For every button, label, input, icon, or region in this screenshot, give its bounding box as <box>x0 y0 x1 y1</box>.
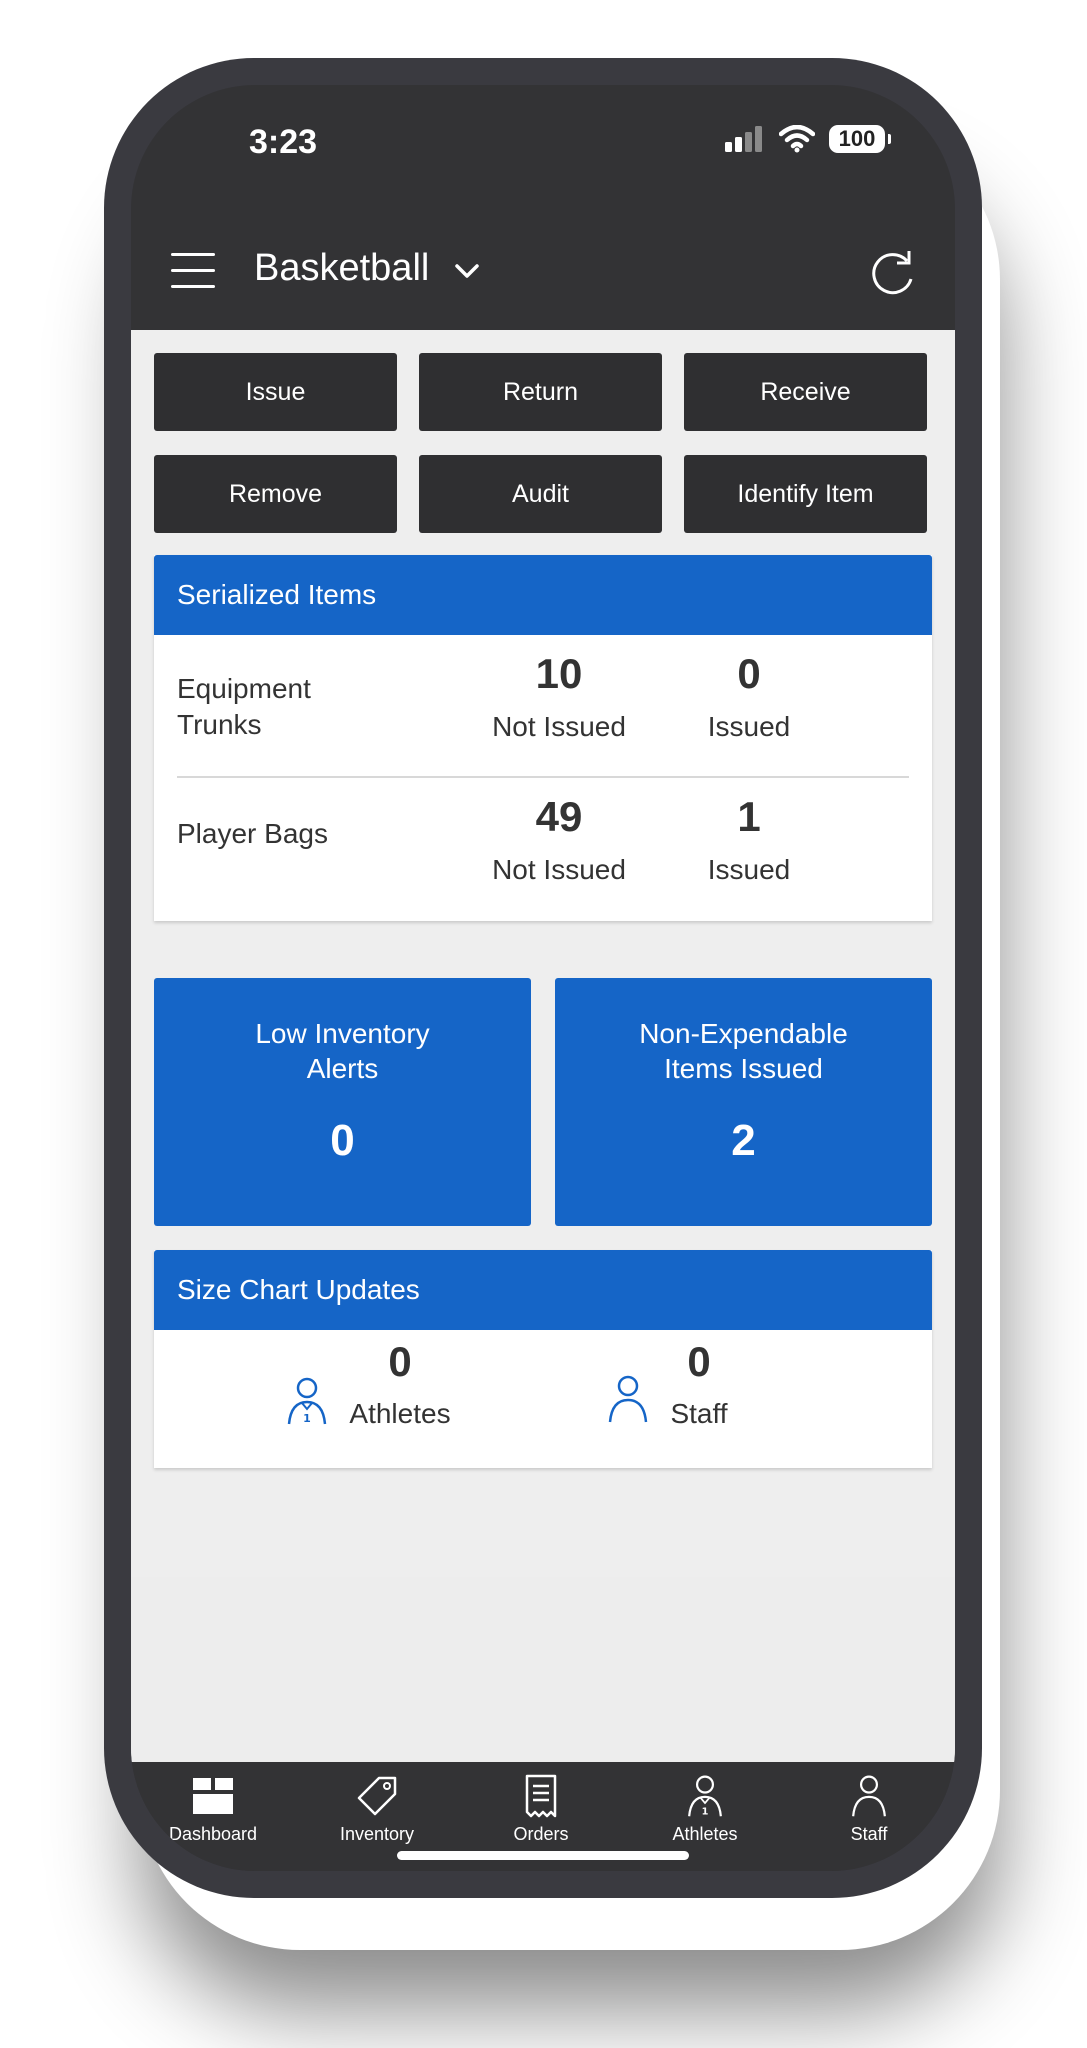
audit-button[interactable]: Audit <box>419 455 662 533</box>
dashboard-icon <box>193 1778 233 1814</box>
serialized-items-header: Serialized Items <box>154 555 932 635</box>
issued-stat[interactable]: 0 Issued <box>649 649 849 745</box>
home-indicator[interactable] <box>397 1851 689 1860</box>
not-issued-count: 10 <box>535 650 583 697</box>
label-line: Equipment <box>177 673 311 704</box>
svg-text:1: 1 <box>303 1412 311 1425</box>
serialized-row-label: Equipment Trunks <box>177 671 311 743</box>
tab-label: Staff <box>850 1824 888 1844</box>
tab-staff[interactable]: Staff <box>787 1774 951 1845</box>
size-chart-staff[interactable]: 0 Staff <box>543 1330 932 1468</box>
serialized-row-label: Player Bags <box>177 818 328 849</box>
menu-icon[interactable] <box>171 253 215 289</box>
not-issued-stat[interactable]: 49 Not Issued <box>459 792 659 888</box>
receive-button[interactable]: Receive <box>684 353 927 431</box>
athletes-label: Athletes <box>349 1398 451 1429</box>
person-icon <box>852 1775 886 1817</box>
tile-title-line: Alerts <box>306 1053 379 1084</box>
empty-content-area <box>131 1577 955 1762</box>
status-icons: 100 <box>725 125 891 153</box>
chevron-down-icon[interactable] <box>453 261 481 281</box>
battery-indicator: 100 <box>829 125 891 153</box>
svg-text:1: 1 <box>702 1806 709 1817</box>
refresh-icon[interactable] <box>867 249 919 301</box>
tile-value: 0 <box>330 1116 355 1165</box>
dashboard-content: Issue Return Receive Remove Audit Identi… <box>131 330 955 1762</box>
cellular-signal-icon <box>725 126 762 152</box>
tab-label: Dashboard <box>168 1824 258 1844</box>
non-expendable-items-tile[interactable]: Non-Expendable Items Issued 2 <box>555 978 932 1226</box>
issued-label: Issued <box>707 854 791 885</box>
athlete-icon: 1 <box>688 1775 722 1817</box>
tile-title-line: Non-Expendable <box>639 1018 848 1049</box>
identify-item-button[interactable]: Identify Item <box>684 455 927 533</box>
tile-title-line: Items Issued <box>664 1053 823 1084</box>
serialized-row-equipment-trunks[interactable]: Equipment Trunks 10 Not Issued 0 Issued <box>154 635 932 778</box>
staff-label: Staff <box>670 1398 728 1429</box>
tab-inventory[interactable]: Inventory <box>295 1774 459 1845</box>
not-issued-label: Not Issued <box>492 854 626 885</box>
app-header: Basketball <box>131 225 955 329</box>
issued-label: Issued <box>707 711 791 742</box>
size-chart-row: 1 0 Athletes 0 Staff <box>154 1330 932 1468</box>
app-screen: 3:23 100 Basketball Issue Return Receive… <box>131 85 955 1871</box>
tab-dashboard[interactable]: Dashboard <box>131 1774 295 1845</box>
bottom-tab-bar: Dashboard Inventory Orders 1 Athletes St… <box>131 1762 955 1871</box>
tab-label: Orders <box>513 1824 569 1844</box>
not-issued-label: Not Issued <box>492 711 626 742</box>
tile-title-line: Low Inventory <box>255 1018 430 1049</box>
issued-count: 1 <box>737 793 761 840</box>
action-button-grid: Issue Return Receive Remove Audit Identi… <box>154 353 932 533</box>
phone-frame: 3:23 100 Basketball Issue Return Receive… <box>104 58 982 1898</box>
tile-title: Non-Expendable Items Issued <box>555 1016 932 1086</box>
not-issued-stat[interactable]: 10 Not Issued <box>459 649 659 745</box>
tab-orders[interactable]: Orders <box>459 1774 623 1845</box>
page: 3:23 100 Basketball Issue Return Receive… <box>0 0 1087 2048</box>
size-chart-updates-card: Size Chart Updates 1 0 Athletes 0 Staff <box>154 1250 932 1468</box>
receipt-icon <box>525 1774 557 1818</box>
not-issued-count: 49 <box>535 793 583 840</box>
return-button[interactable]: Return <box>419 353 662 431</box>
tag-icon <box>357 1776 397 1816</box>
tab-label: Inventory <box>339 1824 415 1844</box>
issued-stat[interactable]: 1 Issued <box>649 792 849 888</box>
size-chart-athletes[interactable]: 1 0 Athletes <box>154 1330 543 1468</box>
serialized-items-card: Serialized Items Equipment Trunks 10 Not… <box>154 555 932 921</box>
staff-count: 0 <box>687 1338 711 1385</box>
status-time: 3:23 <box>249 123 318 161</box>
issued-count: 0 <box>737 650 761 697</box>
issue-button[interactable]: Issue <box>154 353 397 431</box>
remove-button[interactable]: Remove <box>154 455 397 533</box>
label-line: Trunks <box>177 709 262 740</box>
tab-label: Athletes <box>672 1824 738 1844</box>
wifi-icon <box>779 125 815 153</box>
athletes-count: 0 <box>388 1338 412 1385</box>
size-chart-updates-header: Size Chart Updates <box>154 1250 932 1330</box>
sport-selector-title[interactable]: Basketball <box>254 247 429 290</box>
low-inventory-alerts-tile[interactable]: Low Inventory Alerts 0 <box>154 978 531 1226</box>
tab-athletes[interactable]: 1 Athletes <box>623 1774 787 1845</box>
serialized-row-player-bags[interactable]: Player Bags 49 Not Issued 1 Issued <box>154 778 932 921</box>
athlete-icon: 1 <box>287 1377 327 1425</box>
tile-value: 2 <box>731 1116 756 1165</box>
tile-title: Low Inventory Alerts <box>154 1016 531 1086</box>
